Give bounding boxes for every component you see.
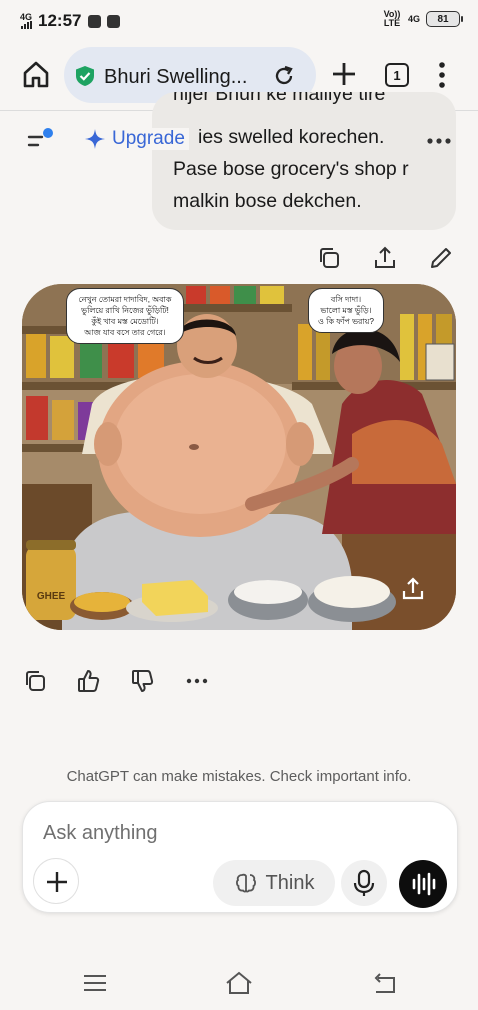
message-input[interactable] — [43, 818, 423, 848]
home-icon[interactable] — [20, 58, 52, 90]
copy-icon[interactable] — [316, 245, 342, 271]
response-actions — [22, 668, 210, 694]
speech-line: ভালো মস্ত ভুঁড়ি। — [320, 306, 372, 315]
waveform-icon — [412, 872, 436, 896]
reload-icon[interactable] — [272, 64, 296, 88]
upgrade-button[interactable]: Upgrade — [84, 128, 189, 150]
speech-line: নেখুন তোমরা দাদাবিদ, অবাক — [78, 295, 172, 304]
dictate-button[interactable] — [341, 860, 387, 906]
kebab-menu-icon[interactable] — [432, 60, 452, 90]
speech-bubble-right: বসি দাদা। ভালো মস্ত ভুঁড়ি। ও কি ফাঁপ ভর… — [308, 288, 384, 333]
speech-line: কুঁই খাব মস্ত মেডোটি। — [91, 317, 159, 326]
user-message-actions — [316, 245, 454, 271]
battery-level: 81 — [437, 13, 449, 25]
image-share-icon[interactable] — [400, 576, 426, 602]
signal-icon: 4G — [20, 13, 32, 29]
tab-switcher-button[interactable]: 1 — [385, 63, 409, 87]
back-icon[interactable] — [370, 968, 400, 998]
speech-bubble-left: নেখুন তোমরা দাদাবিদ, অবাক ভুলিয়ে রাখি ন… — [66, 288, 184, 344]
sidebar-menu-icon[interactable] — [26, 126, 56, 152]
thumbs-up-icon[interactable] — [76, 668, 102, 694]
speech-line: আজ যাব বসে তার গেরে। — [84, 328, 166, 337]
brain-icon — [235, 873, 256, 893]
network-label: 4G — [20, 12, 33, 22]
user-message-line: ies swelled korechen. — [198, 126, 385, 148]
user-message-line: hijer Bhuri ke malliye tire — [173, 92, 386, 105]
generated-image[interactable]: GHEE নেখুন তোমরা দাদাবিদ, অবাক ভুলিয়ে র… — [22, 284, 456, 630]
share-icon[interactable] — [372, 245, 398, 271]
status-bar: 4G 12:57 Vo)) LTE 4G 81 — [0, 0, 478, 40]
attach-button[interactable] — [33, 858, 79, 904]
user-message-text: hijer Bhuri ke malliye tire ies swelled … — [173, 92, 409, 217]
more-options-icon[interactable] — [426, 136, 452, 146]
speech-line: বসি দাদা। — [330, 295, 362, 304]
microphone-icon — [353, 869, 375, 896]
disclaimer-text: ChatGPT can make mistakes. Check importa… — [66, 768, 412, 785]
app-notification-icon — [87, 14, 101, 28]
speech-line: ও কি ফাঁপ ভরায়? — [318, 317, 374, 326]
status-right: Vo)) LTE 4G 81 — [382, 9, 463, 28]
recents-icon[interactable] — [80, 968, 110, 998]
think-label: Think — [265, 871, 315, 894]
think-button[interactable]: Think — [213, 860, 335, 906]
voice-mode-button[interactable] — [399, 860, 447, 908]
volte-label: Vo)) LTE — [383, 9, 401, 28]
user-message-line: malkin bose dekchen. — [173, 190, 362, 212]
tab-count-label: 1 — [393, 67, 401, 83]
system-nav-bar — [0, 960, 478, 1010]
youtube-notification-icon — [106, 14, 120, 28]
upgrade-label: Upgrade — [112, 128, 185, 149]
ghee-jar-label: GHEE — [37, 591, 66, 602]
net-type-label: 4G — [407, 13, 420, 24]
message-composer: Think — [22, 801, 458, 913]
new-tab-icon[interactable] — [330, 60, 358, 88]
copy-icon[interactable] — [22, 668, 48, 694]
more-actions-icon[interactable] — [184, 668, 210, 694]
shield-icon — [76, 66, 94, 86]
speech-line: ভুলিয়ে রাখি নিজের ভুঁড়িটি! — [81, 306, 169, 315]
thumbs-down-icon[interactable] — [130, 668, 156, 694]
plus-icon — [47, 872, 67, 892]
clock: 12:57 — [38, 11, 82, 30]
edit-icon[interactable] — [428, 245, 454, 271]
user-message-line: Pase bose grocery's shop r — [173, 158, 409, 180]
status-left: 4G 12:57 — [20, 11, 120, 31]
battery-icon: 81 — [426, 11, 463, 27]
tab-title: Bhuri Swelling... — [104, 66, 248, 88]
user-message-bubble: hijer Bhuri ke malliye tire ies swelled … — [152, 92, 456, 230]
sparkle-icon — [85, 129, 105, 149]
home-nav-icon[interactable] — [224, 968, 254, 998]
